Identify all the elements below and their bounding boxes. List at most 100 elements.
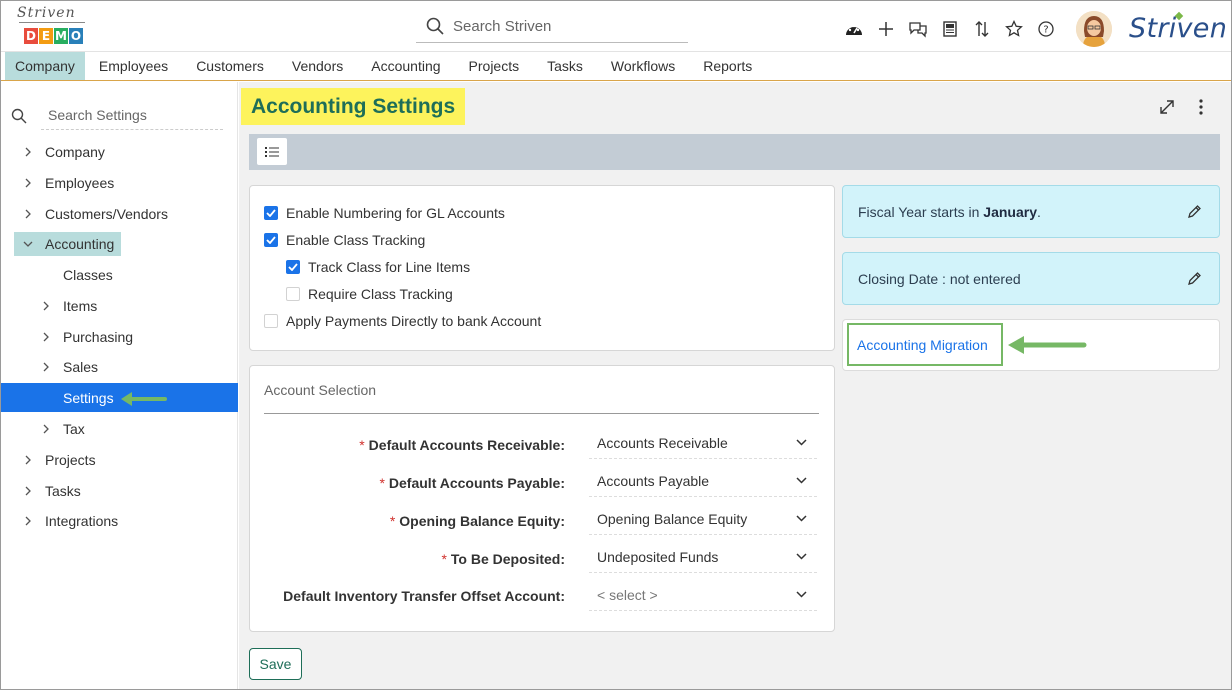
checkbox-checked-icon[interactable] (264, 233, 278, 247)
user-avatar[interactable] (1076, 11, 1112, 47)
striven-demo-logo[interactable]: Striven D E M O (17, 5, 89, 47)
field-label-to-be-deposited: * To Be Deposited: (441, 551, 565, 567)
settings-search-input[interactable]: Search Settings (11, 102, 223, 130)
logo-letter: D (24, 28, 38, 44)
nav-tab-reports[interactable]: Reports (689, 52, 766, 80)
closing-date-text: Closing Date : not entered (858, 271, 1021, 287)
sidebar-item-label: Tasks (45, 483, 81, 499)
sidebar-item-classes[interactable]: Classes (39, 263, 219, 287)
select-to-be-deposited[interactable]: Undeposited Funds (589, 542, 817, 573)
nav-tab-workflows[interactable]: Workflows (597, 52, 689, 80)
selected-value: Opening Balance Equity (597, 511, 748, 527)
pencil-edit-icon[interactable] (1187, 271, 1202, 286)
checkbox-unchecked-icon[interactable] (286, 287, 300, 301)
nav-tab-customers[interactable]: Customers (182, 52, 278, 80)
save-button[interactable]: Save (249, 648, 302, 680)
nav-tab-accounting[interactable]: Accounting (357, 52, 454, 80)
search-icon (11, 108, 27, 124)
checkbox-checked-icon[interactable] (286, 260, 300, 274)
required-asterisk: * (441, 551, 447, 567)
sidebar-item-projects[interactable]: Projects (21, 448, 221, 472)
chat-icon[interactable] (907, 18, 929, 40)
help-icon[interactable]: ? (1035, 18, 1057, 40)
fiscal-year-card: Fiscal Year starts in January. (842, 185, 1220, 238)
required-asterisk: * (379, 475, 385, 491)
select-inventory-transfer-offset[interactable]: < select > (589, 580, 817, 611)
chevron-down-icon (796, 553, 807, 560)
header-icons: ? (843, 18, 1057, 40)
dashboard-icon[interactable] (843, 18, 865, 40)
nav-tab-vendors[interactable]: Vendors (278, 52, 357, 80)
select-accounts-receivable[interactable]: Accounts Receivable (589, 428, 817, 459)
pencil-edit-icon[interactable] (1187, 204, 1202, 219)
option-require-class-tracking[interactable]: Require Class Tracking (286, 284, 453, 304)
sidebar-item-items[interactable]: Items (39, 294, 219, 318)
toolbar-band (249, 134, 1220, 170)
sidebar-item-integrations[interactable]: Integrations (21, 509, 221, 533)
account-selection-card: Account Selection * Default Accounts Rece… (249, 365, 835, 632)
nav-tab-projects[interactable]: Projects (455, 52, 534, 80)
expand-icon[interactable] (1158, 98, 1176, 116)
field-label-text: Opening Balance Equity: (399, 513, 565, 529)
sidebar-item-company[interactable]: Company (21, 140, 221, 164)
sidebar-item-customers-vendors[interactable]: Customers/Vendors (21, 202, 221, 226)
sidebar-item-label: Customers/Vendors (45, 206, 168, 222)
sidebar-item-label: Company (45, 144, 105, 160)
section-divider (264, 413, 819, 414)
list-view-button[interactable] (257, 138, 287, 165)
chevron-right-icon (39, 417, 53, 441)
plus-icon[interactable] (875, 18, 897, 40)
sidebar-item-label: Integrations (45, 513, 119, 529)
checkbox-checked-icon[interactable] (264, 206, 278, 220)
star-icon[interactable] (1003, 18, 1025, 40)
settings-search-placeholder: Search Settings (48, 107, 147, 123)
sidebar-item-label: Classes (63, 267, 113, 283)
nav-tab-tasks[interactable]: Tasks (533, 52, 597, 80)
chevron-right-icon (21, 479, 35, 503)
selected-value: < select > (597, 587, 658, 603)
sidebar-item-tax[interactable]: Tax (39, 417, 219, 441)
kebab-menu-icon[interactable] (1197, 98, 1205, 116)
option-label: Track Class for Line Items (308, 259, 471, 275)
sidebar-item-label: Settings (63, 390, 114, 406)
left-arrow-callout-icon (1008, 336, 1087, 354)
option-label: Require Class Tracking (308, 286, 453, 302)
select-accounts-payable[interactable]: Accounts Payable (589, 466, 817, 497)
chevron-down-icon (796, 439, 807, 446)
option-apply-payments-bank[interactable]: Apply Payments Directly to bank Account (264, 311, 541, 331)
option-enable-gl-numbering[interactable]: Enable Numbering for GL Accounts (264, 203, 505, 223)
page-title: Accounting Settings (241, 88, 466, 125)
sort-arrows-icon[interactable] (971, 18, 993, 40)
svg-text:?: ? (1043, 25, 1048, 36)
option-label: Enable Class Tracking (286, 232, 426, 248)
nav-tab-employees[interactable]: Employees (85, 52, 182, 80)
chevron-right-icon (39, 325, 53, 349)
sidebar-item-sales[interactable]: Sales (39, 355, 219, 379)
option-enable-class-tracking[interactable]: Enable Class Tracking (264, 230, 425, 250)
option-track-class-line-items[interactable]: Track Class for Line Items (286, 257, 470, 277)
select-opening-balance-equity[interactable]: Opening Balance Equity (589, 504, 817, 535)
logo-letter: O (69, 28, 83, 44)
sidebar-item-tasks[interactable]: Tasks (21, 479, 221, 503)
left-arrow-callout-icon (121, 392, 167, 406)
account-selection-title: Account Selection (264, 382, 377, 398)
logo-letter: M (54, 28, 68, 44)
global-search-input[interactable]: Search Striven (416, 10, 688, 43)
sidebar-item-employees[interactable]: Employees (21, 171, 221, 195)
news-icon[interactable] (939, 18, 961, 40)
accounting-migration-link[interactable]: Accounting Migration (857, 337, 988, 353)
sidebar-item-accounting[interactable]: Accounting (14, 232, 121, 256)
nav-tab-company[interactable]: Company (5, 52, 85, 80)
checkbox-unchecked-icon[interactable] (264, 314, 278, 328)
chevron-down-icon (21, 232, 35, 256)
top-bar: Striven D E M O Search Striven ? Striven (1, 1, 1231, 52)
global-search-placeholder: Search Striven (453, 17, 552, 35)
closing-date-value: not entered (949, 271, 1021, 287)
sidebar-item-purchasing[interactable]: Purchasing (39, 325, 219, 349)
general-options-card: Enable Numbering for GL Accounts Enable … (249, 185, 835, 351)
fiscal-year-month: January (983, 204, 1037, 220)
field-label-accounts-payable: * Default Accounts Payable: (379, 475, 565, 491)
sidebar-item-label: Sales (63, 359, 99, 375)
field-label-accounts-receivable: * Default Accounts Receivable: (359, 437, 565, 453)
closing-date-card: Closing Date : not entered (842, 252, 1220, 305)
